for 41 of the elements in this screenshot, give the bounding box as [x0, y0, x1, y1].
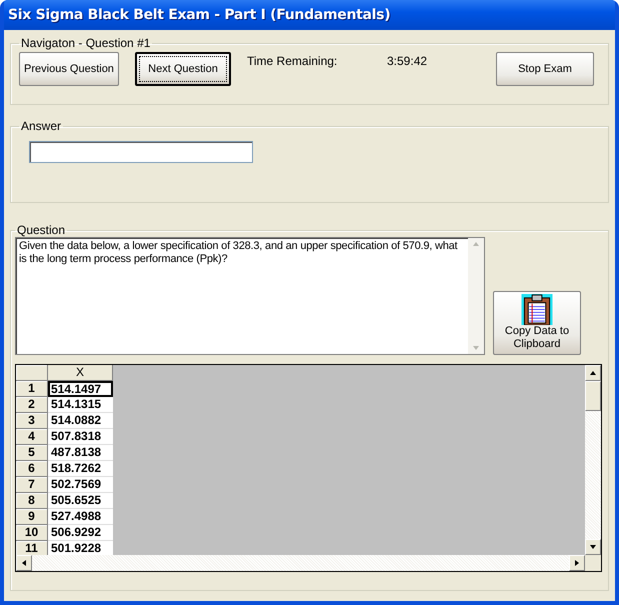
stop-exam-button[interactable]: Stop Exam — [496, 52, 594, 86]
scroll-thumb[interactable] — [585, 381, 601, 411]
row-header: 2 — [16, 397, 48, 413]
table-cell[interactable]: 507.8318 — [48, 429, 113, 445]
copy-data-button[interactable]: Copy Data to Clipboard — [493, 291, 581, 355]
row-header: 5 — [16, 445, 48, 461]
group-label: Answer — [20, 119, 62, 133]
clipboard-icon — [521, 294, 553, 325]
table-cell[interactable]: 506.9292 — [48, 525, 113, 541]
table-cell[interactable]: 502.7569 — [48, 477, 113, 493]
table-cell[interactable]: 518.7262 — [48, 461, 113, 477]
row-header: 6 — [16, 461, 48, 477]
table-cell[interactable]: 487.8138 — [48, 445, 113, 461]
row-header: 7 — [16, 477, 48, 493]
table-cell[interactable]: 501.9228 — [48, 541, 113, 555]
table-cell[interactable]: 514.1497 — [48, 381, 113, 397]
row-header: 11 — [16, 541, 48, 555]
row-header: 1 — [16, 381, 48, 397]
next-question-button[interactable]: Next Question — [135, 52, 231, 86]
group-label: Navigaton - Question #1 — [20, 36, 152, 50]
scroll-down-icon[interactable] — [589, 543, 597, 551]
time-remaining-value: 3:59:42 — [387, 54, 428, 68]
table-cell[interactable]: 514.1315 — [48, 397, 113, 413]
scroll-right-icon[interactable] — [573, 559, 581, 567]
table-cell[interactable]: 527.4988 — [48, 509, 113, 525]
table-cell[interactable]: 514.0882 — [48, 413, 113, 429]
row-header: 8 — [16, 493, 48, 509]
row-header: 4 — [16, 429, 48, 445]
answer-field[interactable] — [29, 141, 253, 163]
group-label: Question — [16, 223, 66, 237]
table-cell[interactable]: 505.6525 — [48, 493, 113, 509]
previous-question-button[interactable]: Previous Question — [19, 52, 119, 86]
row-header: 9 — [16, 509, 48, 525]
row-header: 10 — [16, 525, 48, 541]
column-header: X — [48, 365, 113, 381]
window-title: Six Sigma Black Belt Exam - Part I (Fundamentals) — [8, 7, 390, 23]
scroll-up-icon[interactable] — [589, 369, 597, 377]
question-text: Given the data below, a lower specification of 328.3, and an upper specification of 570.9, what is the long term process performance (Ppk)? — [18, 239, 458, 267]
time-remaining-label: Time Remaining: — [247, 54, 338, 68]
row-header: 3 — [16, 413, 48, 429]
scroll-left-icon[interactable] — [20, 559, 28, 567]
